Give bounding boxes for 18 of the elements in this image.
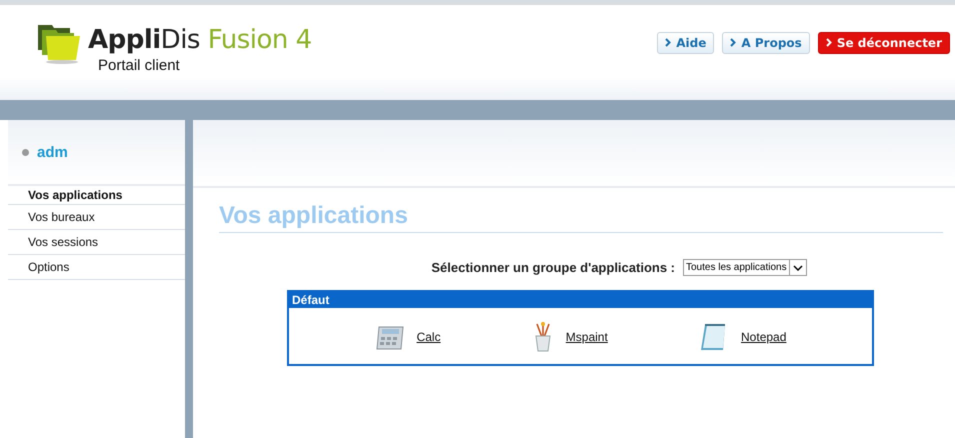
chevron-icon — [665, 38, 672, 47]
caret-icon — [792, 264, 803, 270]
header-button[interactable]: Aide — [657, 32, 714, 54]
group-select[interactable]: Toutes les applications — [683, 259, 807, 276]
group-title: Défaut — [289, 292, 872, 308]
chevron-icon — [730, 38, 736, 47]
header-button[interactable]: A Propos — [722, 32, 810, 54]
user-name: adm — [37, 144, 68, 160]
user-dot-icon — [22, 148, 29, 156]
page-title: Vos applications — [219, 202, 943, 233]
chevron-icon — [826, 38, 832, 47]
product-name: AppliDis Fusion 4 — [88, 24, 312, 57]
app-link[interactable]: Mspaint — [566, 330, 608, 344]
portal-subtitle: Portail client — [98, 57, 181, 74]
app-link[interactable]: Notepad — [741, 330, 786, 344]
header-button[interactable]: Se déconnecter — [818, 32, 950, 54]
app-link[interactable]: Calc — [416, 330, 441, 344]
group-label: Sélectionner un groupe d'applications : — [431, 260, 675, 275]
